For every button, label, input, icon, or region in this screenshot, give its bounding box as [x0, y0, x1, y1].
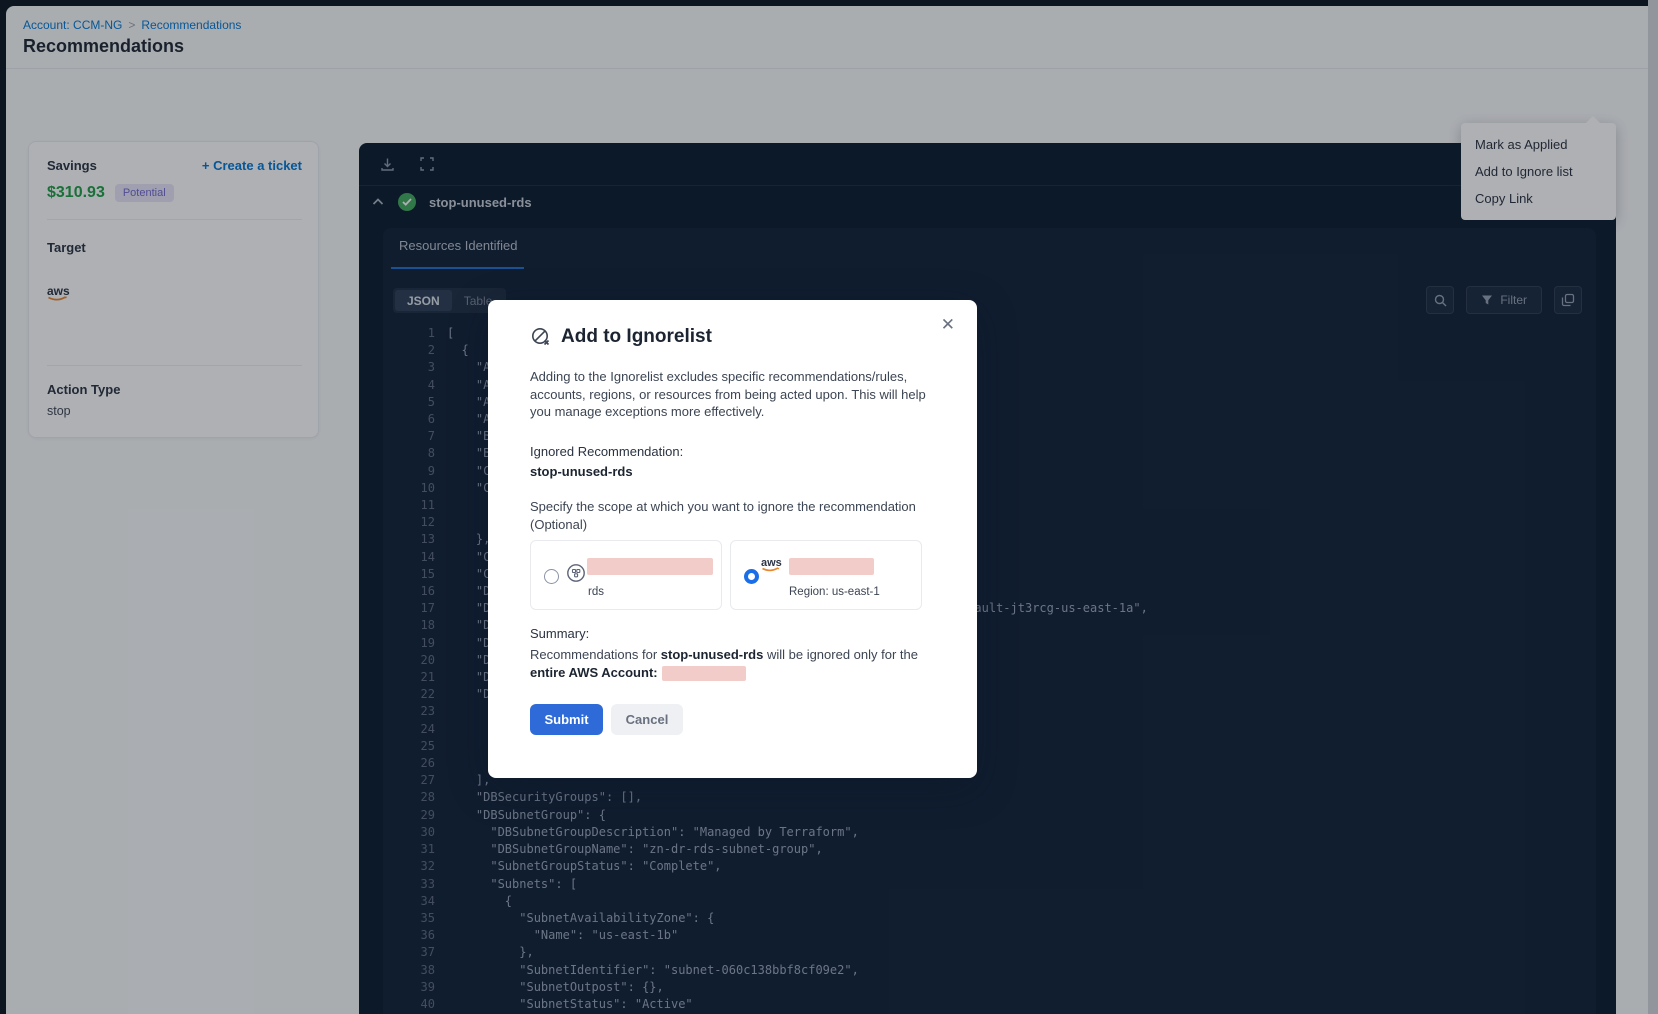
modal-title: Add to Ignorelist	[561, 326, 712, 348]
scope-aws-logo-icon: aws	[761, 556, 785, 573]
redacted-summary-account	[662, 666, 746, 681]
scope-option-resource[interactable]: rds	[530, 540, 722, 610]
summary-recommendation-name: stop-unused-rds	[661, 647, 764, 662]
scope-option-account[interactable]: aws Region: us-east-1	[730, 540, 922, 610]
modal-description: Adding to the Ignorelist excludes specif…	[530, 368, 926, 421]
scope-account-radio[interactable]	[744, 569, 759, 584]
scope-resource-radio[interactable]	[544, 569, 559, 584]
rds-service-icon	[565, 562, 587, 584]
redacted-resource-name	[587, 558, 713, 575]
add-to-ignorelist-modal: ✕ Add to Ignorelist Adding to the Ignore…	[488, 300, 977, 778]
ignore-icon	[530, 326, 552, 348]
summary-text: Recommendations for stop-unused-rds will…	[530, 646, 926, 681]
scope-resource-sublabel: rds	[588, 586, 604, 598]
submit-button[interactable]: Submit	[530, 704, 603, 735]
close-icon[interactable]: ✕	[941, 316, 955, 333]
summary-scope: entire AWS Account:	[530, 665, 658, 680]
cancel-button[interactable]: Cancel	[611, 704, 683, 735]
summary-label: Summary:	[530, 626, 589, 641]
scope-label: Specify the scope at which you want to i…	[530, 498, 930, 533]
summary-pre: Recommendations for	[530, 647, 661, 662]
scope-account-sublabel: Region: us-east-1	[789, 586, 880, 598]
ignored-recommendation-value: stop-unused-rds	[530, 464, 633, 479]
svg-text:aws: aws	[761, 557, 782, 569]
ignored-recommendation-label: Ignored Recommendation:	[530, 444, 683, 459]
redacted-account-id	[789, 558, 874, 575]
summary-mid: will be ignored only for the	[763, 647, 918, 662]
